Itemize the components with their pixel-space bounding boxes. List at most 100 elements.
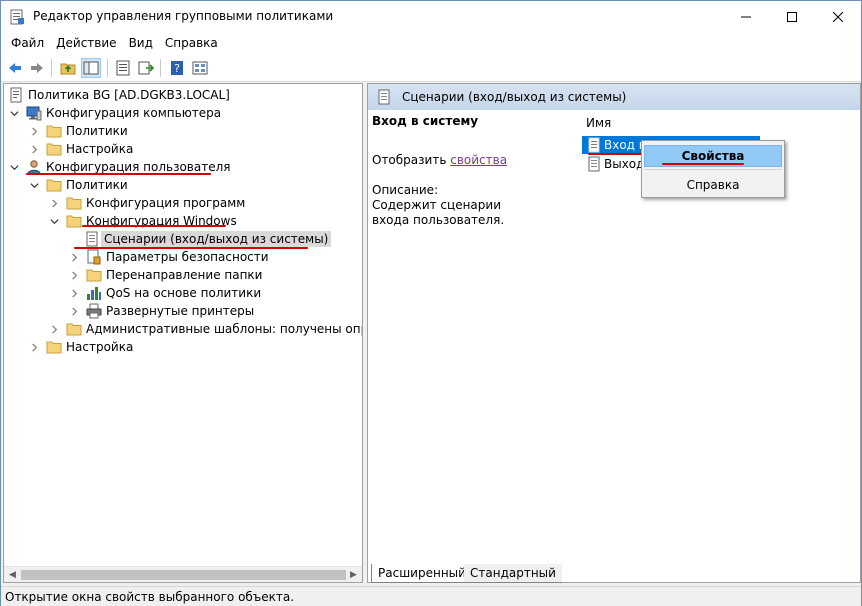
svg-text:?: ?: [174, 62, 180, 75]
scroll-left-icon[interactable]: ◀: [4, 567, 21, 582]
chevron-down-icon[interactable]: [8, 161, 20, 173]
properties-button[interactable]: [113, 58, 133, 78]
security-settings-icon: [86, 249, 102, 265]
folder-icon: [46, 339, 62, 355]
console-tree-icon: [83, 61, 99, 75]
up-folder-button[interactable]: [58, 58, 78, 78]
chevron-right-icon[interactable]: [28, 341, 40, 353]
menu-file[interactable]: Файл: [5, 36, 50, 50]
folder-icon: [86, 267, 102, 283]
show-hide-tree-button[interactable]: [81, 58, 101, 78]
horizontal-scrollbar[interactable]: ◀ ▶: [4, 566, 362, 582]
export-list-button[interactable]: [136, 58, 156, 78]
tree-node-cc-policies[interactable]: Политики: [28, 122, 128, 140]
tree-node-security[interactable]: Параметры безопасности: [68, 248, 269, 266]
menu-help[interactable]: Справка: [159, 36, 224, 50]
scroll-right-icon[interactable]: ▶: [345, 567, 362, 582]
close-button[interactable]: [815, 1, 861, 32]
back-arrow-icon: [9, 63, 21, 73]
chevron-right-icon[interactable]: [28, 125, 40, 137]
script-icon: [586, 137, 602, 153]
menu-view[interactable]: Вид: [123, 36, 159, 50]
tree-label: Перенаправление папки: [106, 268, 263, 282]
tree-label: Развернутые принтеры: [106, 304, 255, 318]
folder-icon: [66, 321, 82, 337]
tree-label: Конфигурация компьютера: [46, 106, 222, 120]
script-icon: [376, 89, 392, 105]
tree-node-admin-templates[interactable]: Административные шаблоны: получены опред…: [48, 320, 362, 338]
description-text: Содержит сценарии входа пользователя.: [372, 198, 505, 227]
chevron-right-icon[interactable]: [68, 251, 80, 263]
tree-label: Политики: [66, 124, 128, 138]
gpo-editor-icon: [9, 9, 25, 25]
annotation-underline: [82, 225, 226, 227]
toolbar-separator: [51, 59, 52, 77]
details-pane: Сценарии (вход/выход из системы) Вход в …: [367, 83, 861, 583]
tree-node-folder-redirect[interactable]: Перенаправление папки: [68, 266, 262, 284]
tree-node-uc-policies[interactable]: Политики: [28, 176, 128, 194]
tree-node-qos[interactable]: QoS на основе политики: [68, 284, 261, 302]
script-icon: [84, 231, 100, 247]
tree-node-software-config[interactable]: Конфигурация программ: [48, 194, 245, 212]
context-menu-help[interactable]: Справка: [644, 174, 782, 196]
description-label: Описание:: [372, 183, 439, 197]
tree-node-computer-config[interactable]: Конфигурация компьютера: [8, 104, 221, 122]
tree-node-scripts[interactable]: Сценарии (вход/выход из системы): [84, 230, 332, 248]
menu-item-label: Свойства: [681, 149, 745, 163]
tree-node-cc-settings[interactable]: Настройка: [28, 140, 133, 158]
tree-node-root[interactable]: Политика BG [AD.DGKB3.LOCAL]: [8, 86, 230, 104]
printer-icon: [86, 303, 102, 319]
help-icon: ?: [171, 61, 183, 75]
status-bar: Открытие окна свойств выбранного объекта…: [1, 586, 861, 606]
tree-node-printers[interactable]: Развернутые принтеры: [68, 302, 254, 320]
back-button[interactable]: [5, 58, 25, 78]
extended-description: Вход в систему Отобразить свойства Описа…: [372, 114, 577, 228]
list-header: Имя: [582, 114, 860, 136]
properties-link[interactable]: свойства: [450, 153, 507, 167]
chevron-right-icon[interactable]: [68, 287, 80, 299]
chevron-down-icon[interactable]: [8, 107, 20, 119]
description-title: Вход в систему: [372, 114, 479, 128]
title-bar: Редактор управления групповыми политикам…: [1, 1, 861, 32]
tree-node-windows-config[interactable]: Конфигурация Windows: [48, 212, 237, 230]
minimize-icon: [741, 16, 751, 17]
main-window: Редактор управления групповыми политикам…: [0, 0, 862, 606]
window-title: Редактор управления групповыми политикам…: [33, 9, 334, 23]
tree-label: Конфигурация пользователя: [46, 160, 231, 174]
tab-standard[interactable]: Стандартный: [464, 564, 562, 583]
chevron-right-icon[interactable]: [28, 143, 40, 155]
context-menu: Свойства Справка: [641, 140, 785, 198]
properties-icon: [116, 60, 130, 76]
help-button[interactable]: ?: [167, 58, 187, 78]
tree-node-uc-settings[interactable]: Настройка: [28, 338, 133, 356]
toolbar: ?: [1, 54, 861, 82]
status-text: Открытие окна свойств выбранного объекта…: [5, 589, 295, 604]
column-header-name[interactable]: Имя: [586, 116, 611, 130]
chevron-right-icon[interactable]: [68, 305, 80, 317]
annotation-underline: [26, 173, 211, 175]
computer-icon: [26, 105, 42, 121]
scrollbar-thumb[interactable]: [21, 570, 346, 580]
chevron-down-icon[interactable]: [28, 179, 40, 191]
view-button[interactable]: [190, 58, 210, 78]
folder-icon: [66, 195, 82, 211]
tree-label: Настройка: [66, 142, 134, 156]
tab-extended[interactable]: Расширенный: [371, 564, 472, 583]
forward-button[interactable]: [27, 58, 47, 78]
menu-bar: Файл Действие Вид Справка: [1, 32, 861, 54]
close-icon: [833, 11, 843, 22]
tree-label: Политики: [66, 178, 128, 192]
view-tabs: Расширенный Стандартный: [367, 564, 567, 584]
chevron-right-icon[interactable]: [48, 197, 60, 209]
minimize-button[interactable]: [723, 1, 769, 32]
menu-item-label: Справка: [686, 178, 740, 192]
tree-label: Административные шаблоны: получены опред…: [86, 322, 362, 336]
tree-label: Сценарии (вход/выход из системы): [101, 231, 332, 247]
chevron-right-icon[interactable]: [68, 269, 80, 281]
console-tree: Политика BG [AD.DGKB3.LOCAL] Конфигураци…: [3, 83, 363, 583]
chevron-right-icon[interactable]: [48, 323, 60, 335]
maximize-button[interactable]: [769, 1, 815, 32]
chevron-down-icon[interactable]: [48, 215, 60, 227]
menu-action[interactable]: Действие: [50, 36, 122, 50]
tree-label: Политика BG [AD.DGKB3.LOCAL]: [28, 88, 230, 102]
